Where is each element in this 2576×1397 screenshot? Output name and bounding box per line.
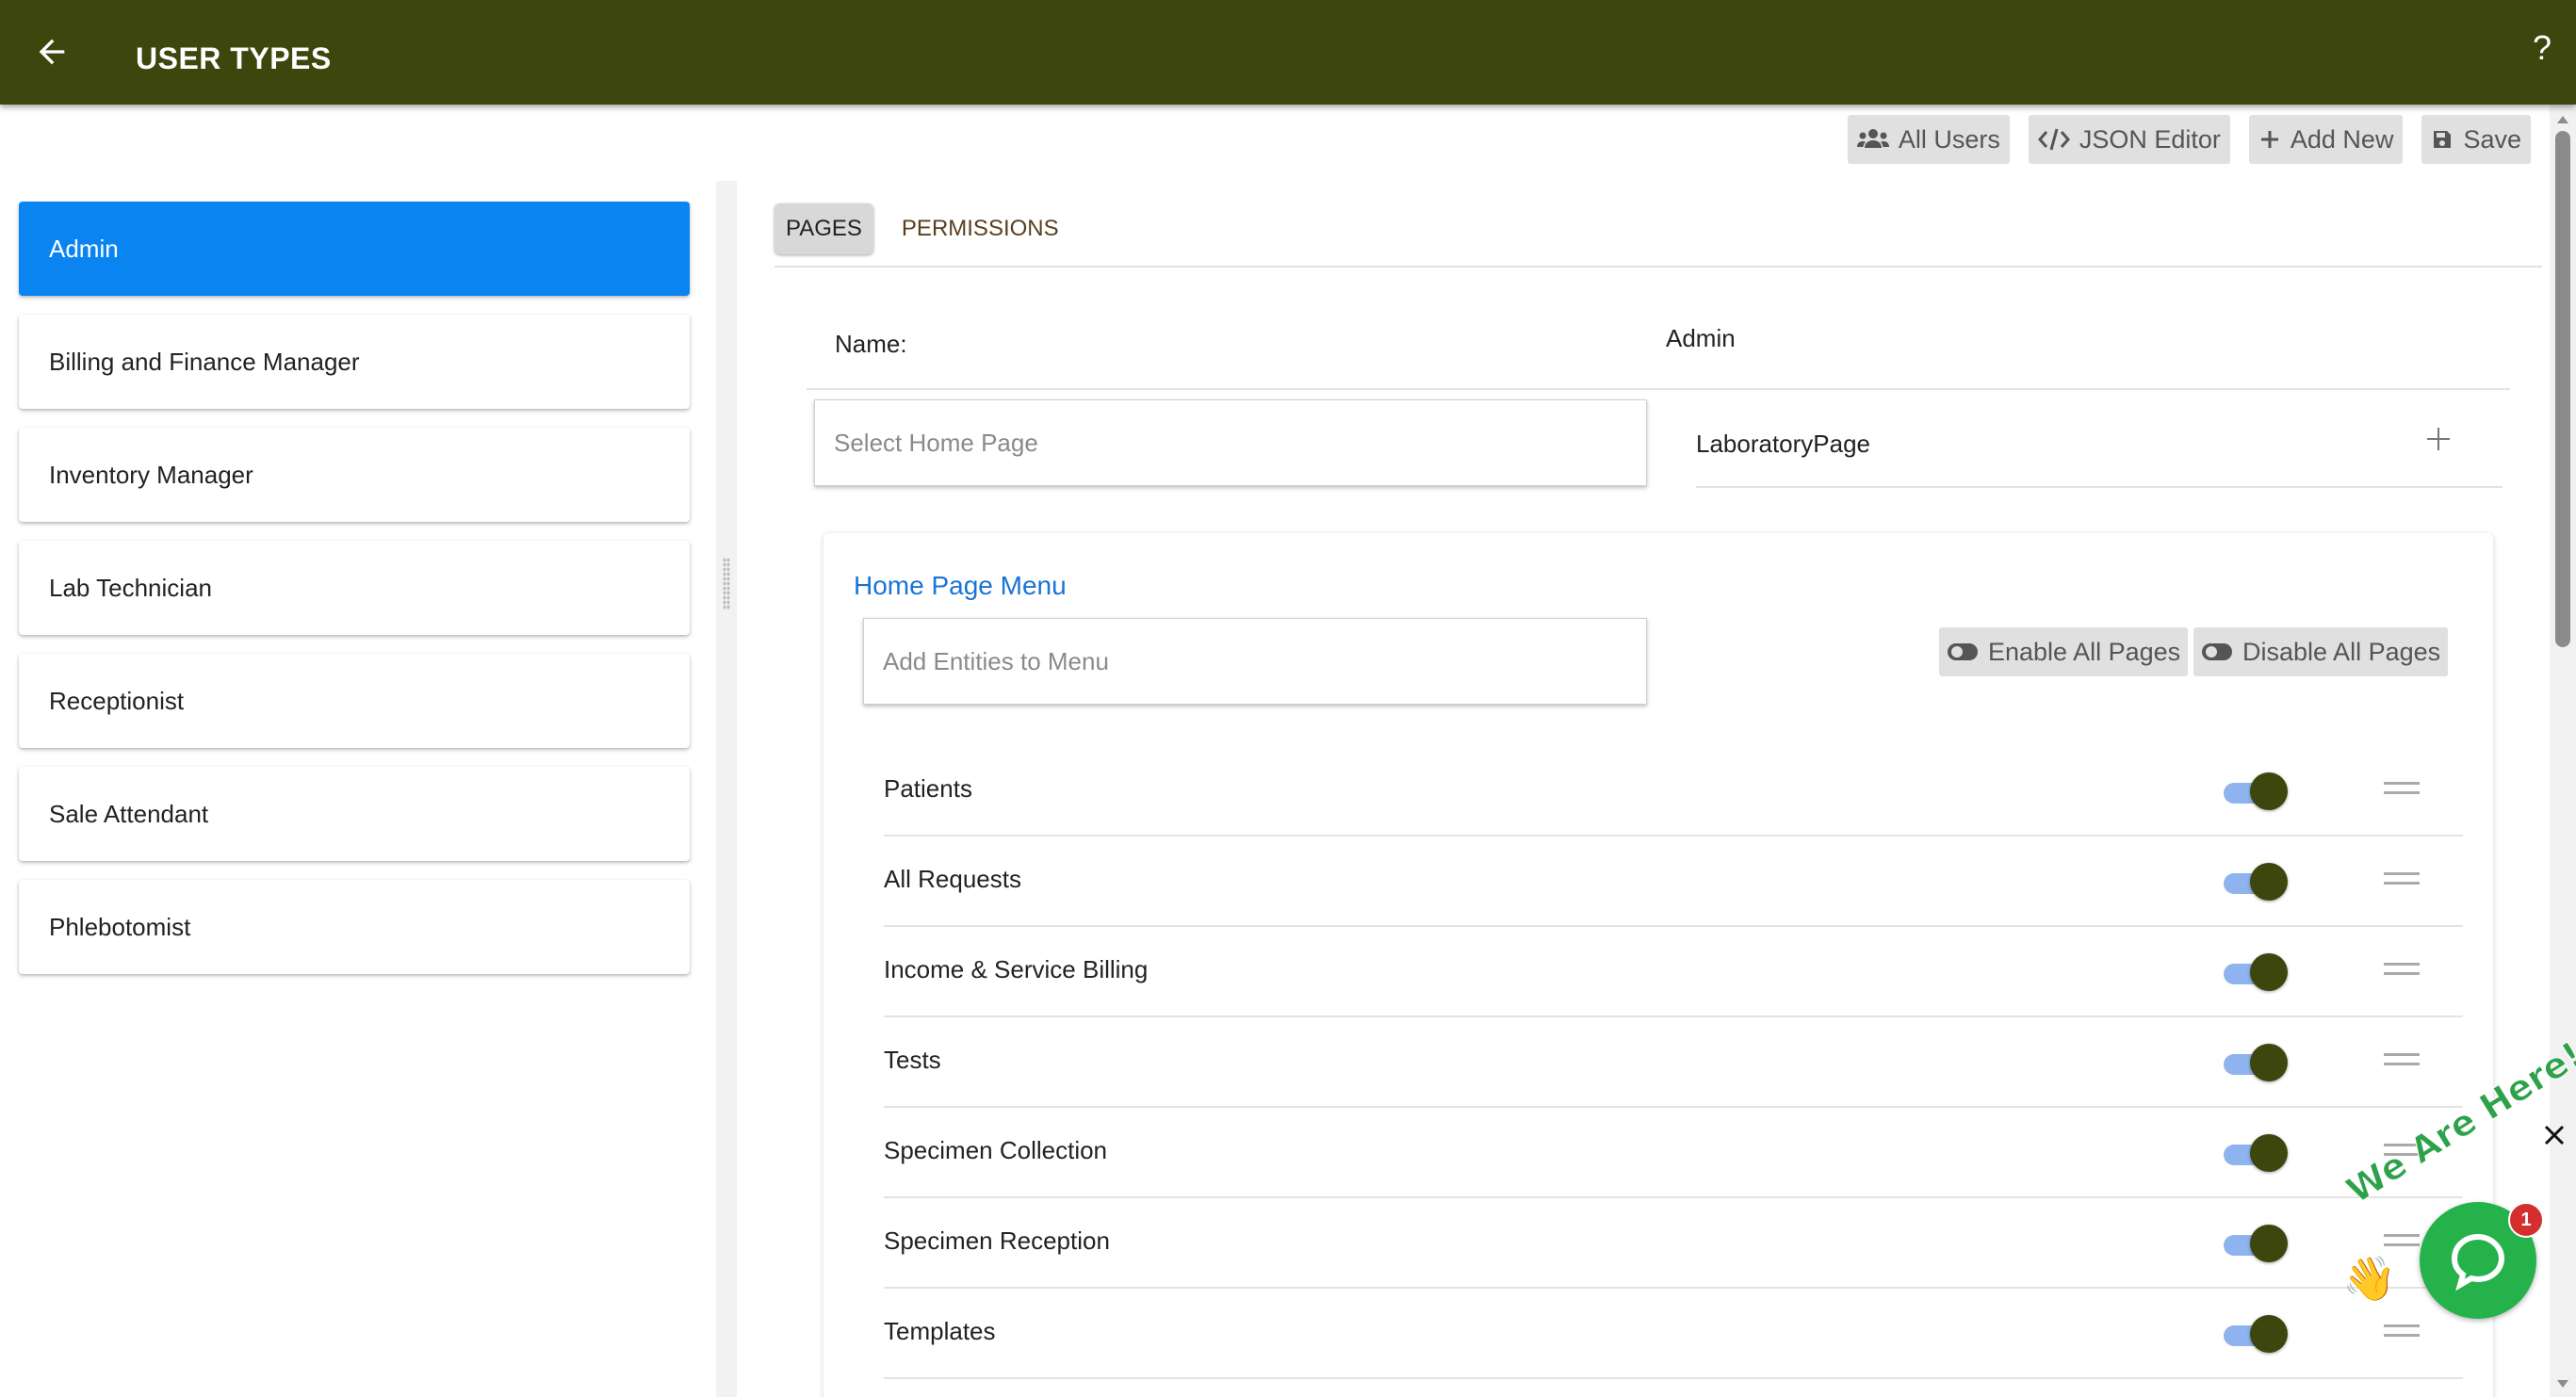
user-type-label: Inventory Manager	[49, 460, 253, 489]
tab-pages[interactable]: PAGES	[774, 203, 873, 254]
menu-page-label: Patients	[884, 774, 972, 803]
menu-page-toggle[interactable]	[2222, 1313, 2291, 1355]
arrow-left-icon	[39, 39, 65, 65]
json-editor-button[interactable]: JSON Editor	[2028, 115, 2230, 164]
drag-handle-icon[interactable]	[2382, 774, 2421, 803]
save-button[interactable]: Save	[2421, 115, 2531, 164]
menu-page-label: Tests	[884, 1046, 941, 1074]
chat-widget: We Are Here! 👋 1	[2339, 1033, 2576, 1340]
all-users-label: All Users	[1898, 124, 2000, 154]
add-home-page-icon[interactable]	[2420, 420, 2457, 458]
save-label: Save	[2463, 124, 2521, 154]
add-entities-input[interactable]: Add Entities to Menu	[863, 618, 1647, 705]
disable-all-pages-label: Disable All Pages	[2242, 637, 2441, 666]
enable-all-pages-label: Enable All Pages	[1988, 637, 2181, 666]
toggle-thumb	[2250, 1225, 2288, 1262]
user-type-label: Receptionist	[49, 686, 185, 715]
menu-page-toggle[interactable]	[2222, 861, 2291, 902]
menu-page-row: Patients	[884, 746, 2463, 837]
home-page-value: LaboratoryPage	[1696, 430, 1871, 458]
floppy-disk-icon	[2434, 131, 2452, 148]
drag-handle-icon[interactable]	[2382, 865, 2421, 893]
menu-page-toggle[interactable]	[2222, 951, 2291, 993]
menu-page-toggle[interactable]	[2222, 1223, 2291, 1264]
waving-hand-icon: 👋	[2342, 1254, 2397, 1303]
toggle-icon	[1948, 643, 1978, 660]
toggle-thumb	[2250, 772, 2288, 810]
home-page-divider	[1696, 486, 2503, 488]
chat-bubble-icon	[2451, 1233, 2505, 1291]
menu-page-toggle[interactable]	[2222, 771, 2291, 812]
code-icon	[2037, 128, 2070, 151]
tab-permissions[interactable]: PERMISSIONS	[890, 203, 1070, 254]
toggle-thumb	[2250, 1044, 2288, 1081]
toggle-thumb	[2250, 863, 2288, 901]
top-toolbar: All Users JSON Editor Add New Save	[1847, 115, 2531, 164]
users-icon	[1856, 129, 1889, 148]
disable-all-pages-button[interactable]: Disable All Pages	[2193, 627, 2449, 676]
user-type-inventory-manager[interactable]: Inventory Manager	[19, 428, 690, 522]
menu-page-row: All Requests	[884, 837, 2463, 927]
panel-splitter[interactable]	[716, 181, 737, 1397]
menu-page-label: Specimen Reception	[884, 1226, 1110, 1255]
scroll-thumb[interactable]	[2555, 131, 2570, 647]
plus-icon	[2260, 131, 2278, 148]
tab-divider	[774, 266, 2542, 268]
scroll-down-arrow-icon[interactable]	[2555, 1376, 2570, 1391]
menu-page-row: Income & Service Billing	[884, 927, 2463, 1017]
user-type-list: Admin Billing and Finance Manager Invent…	[19, 202, 690, 993]
user-type-admin[interactable]: Admin	[19, 202, 690, 296]
user-type-label: Phlebotomist	[49, 912, 191, 941]
home-page-menu-title: Home Page Menu	[854, 571, 1067, 600]
menu-page-row: Tests	[884, 1017, 2463, 1108]
menu-page-row: Specimen Reception	[884, 1198, 2463, 1289]
menu-page-label: All Requests	[884, 865, 1021, 893]
menu-page-label: Income & Service Billing	[884, 955, 1149, 983]
drag-grip-icon	[723, 558, 730, 610]
enable-all-pages-button[interactable]: Enable All Pages	[1939, 627, 2189, 676]
scroll-up-arrow-icon[interactable]	[2555, 112, 2570, 127]
user-type-sale-attendant[interactable]: Sale Attendant	[19, 767, 690, 861]
toggle-icon	[2202, 643, 2232, 660]
drag-handle-icon[interactable]	[2382, 1046, 2421, 1074]
help-button[interactable]: ?	[2533, 28, 2552, 68]
user-type-lab-technician[interactable]: Lab Technician	[19, 541, 690, 635]
menu-page-row: Templates	[884, 1289, 2463, 1379]
user-type-label: Sale Attendant	[49, 799, 209, 828]
user-type-label: Admin	[49, 234, 119, 263]
app-bar: USER TYPES ?	[0, 0, 2576, 105]
menu-page-toggle[interactable]	[2222, 1042, 2291, 1083]
menu-page-label: Templates	[884, 1317, 996, 1345]
page-title: USER TYPES	[136, 41, 332, 75]
drag-handle-icon[interactable]	[2382, 955, 2421, 983]
home-page-menu-card: Home Page Menu Add Entities to Menu Enab…	[823, 533, 2493, 1397]
toggle-thumb	[2250, 1134, 2288, 1172]
add-new-label: Add New	[2290, 124, 2394, 154]
user-type-label: Lab Technician	[49, 573, 212, 602]
menu-page-row: Specimen Collection	[884, 1108, 2463, 1198]
name-value: Admin	[1666, 324, 1736, 352]
user-type-billing-finance-manager[interactable]: Billing and Finance Manager	[19, 315, 690, 409]
menu-page-toggle[interactable]	[2222, 1132, 2291, 1174]
json-editor-label: JSON Editor	[2079, 124, 2221, 154]
name-label: Name:	[835, 330, 907, 358]
name-divider	[807, 388, 2510, 390]
home-page-select[interactable]: Select Home Page	[814, 399, 1647, 486]
chat-notification-badge: 1	[2508, 1202, 2544, 1238]
menu-page-label: Specimen Collection	[884, 1136, 1108, 1164]
back-button[interactable]	[26, 26, 77, 77]
tab-bar: PAGES PERMISSIONS	[774, 203, 1070, 254]
user-type-receptionist[interactable]: Receptionist	[19, 654, 690, 748]
toggle-thumb	[2250, 1315, 2288, 1353]
toggle-thumb	[2250, 953, 2288, 991]
add-new-button[interactable]: Add New	[2248, 115, 2404, 164]
all-users-button[interactable]: All Users	[1847, 115, 2010, 164]
user-type-phlebotomist[interactable]: Phlebotomist	[19, 880, 690, 974]
user-type-label: Billing and Finance Manager	[49, 347, 360, 376]
